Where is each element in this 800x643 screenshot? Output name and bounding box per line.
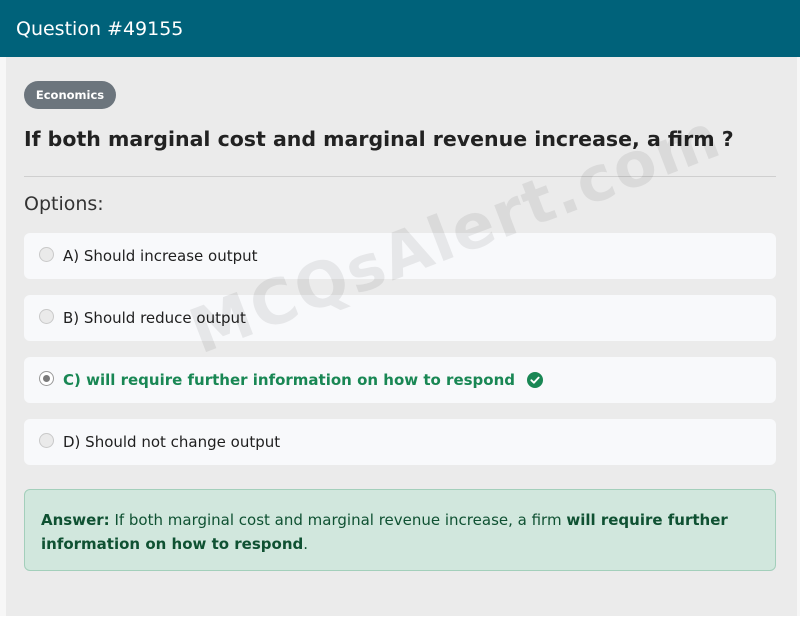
option-d[interactable]: D) Should not change output [24,419,776,465]
category-badge[interactable]: Economics [24,81,116,109]
answer-text: If both marginal cost and marginal reven… [114,511,562,529]
option-a[interactable]: A) Should increase output [24,233,776,279]
question-number: Question #49155 [16,17,184,40]
option-label: A) Should increase output [63,247,258,265]
option-b[interactable]: B) Should reduce output [24,295,776,341]
answer-suffix: . [303,535,309,553]
divider [24,176,776,177]
answer-box: Answer: If both marginal cost and margin… [24,489,776,571]
option-label: B) Should reduce output [63,309,246,327]
check-circle-icon [527,372,543,388]
radio-button[interactable] [39,309,54,324]
options-label: Options: [24,193,104,215]
option-c[interactable]: C) will require further information on h… [24,357,776,403]
answer-prefix: Answer: [41,511,110,529]
radio-button[interactable] [39,247,54,262]
radio-button[interactable] [39,433,54,448]
radio-button-selected[interactable] [39,371,54,386]
question-text: If both marginal cost and marginal reven… [24,127,734,151]
question-header: Question #49155 [0,0,800,57]
option-label: D) Should not change output [63,433,281,451]
option-label: C) will require further information on h… [63,371,515,389]
